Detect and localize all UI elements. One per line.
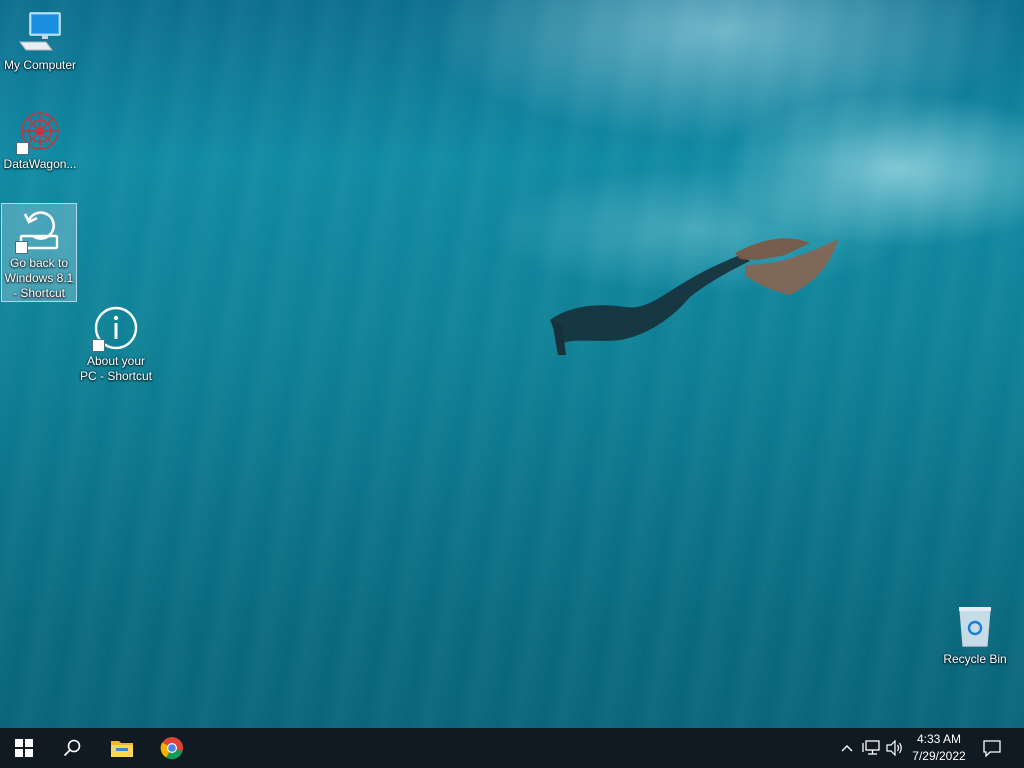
shortcut-arrow-icon <box>16 142 29 155</box>
clock-date: 7/29/2022 <box>912 749 966 763</box>
show-hidden-icons-button[interactable] <box>838 728 856 768</box>
desktop-icon-label: DataWagon... <box>3 157 77 171</box>
chrome-icon <box>160 737 183 760</box>
clock-time: 4:33 AM <box>916 732 962 746</box>
desktop-icon-about-pc[interactable]: About your PC - Shortcut <box>78 302 154 384</box>
diver-illustration <box>550 238 838 355</box>
desktop-icon-datawagon[interactable]: DataWagon... <box>2 105 78 172</box>
search-button[interactable] <box>48 728 96 768</box>
info-icon <box>92 304 140 352</box>
taskbar: 4:33 AM 7/29/2022 <box>0 728 1024 768</box>
desktop-background: My Computer DataWagon... Go back to Wind… <box>0 0 1024 728</box>
taskbar-clock[interactable]: 4:33 AM 7/29/2022 <box>903 731 975 765</box>
desktop-icon-recycle-bin[interactable]: Recycle Bin <box>937 600 1013 667</box>
chrome-button[interactable] <box>148 728 196 768</box>
action-center-icon <box>983 740 1001 757</box>
file-explorer-button[interactable] <box>98 728 146 768</box>
search-icon <box>63 739 81 757</box>
desktop-icon-label: Go back to Windows 8.1 - Shortcut <box>4 256 74 300</box>
chevron-up-icon <box>841 745 853 752</box>
folder-icon <box>111 741 133 757</box>
desktop-icon-label: Recycle Bin <box>943 652 1007 666</box>
shortcut-arrow-icon <box>92 339 105 352</box>
network-icon <box>862 740 880 755</box>
desktop-icon-label: About your PC - Shortcut <box>79 354 153 383</box>
windows-logo-icon <box>15 739 33 757</box>
desktop-icon-label: My Computer <box>3 58 77 72</box>
network-button[interactable] <box>860 728 882 768</box>
desktop-icon-go-back-windows[interactable]: Go back to Windows 8.1 - Shortcut <box>1 203 77 302</box>
recycle-bin-icon <box>951 602 999 650</box>
restore-icon <box>15 206 63 254</box>
start-button[interactable] <box>0 728 48 768</box>
desktop-icon-my-computer[interactable]: My Computer <box>2 6 78 73</box>
action-center-button[interactable] <box>978 728 1006 768</box>
shortcut-arrow-icon <box>15 241 28 254</box>
monitor-icon <box>16 8 64 56</box>
volume-icon <box>886 740 902 756</box>
datawagon-logo-icon <box>16 107 64 155</box>
